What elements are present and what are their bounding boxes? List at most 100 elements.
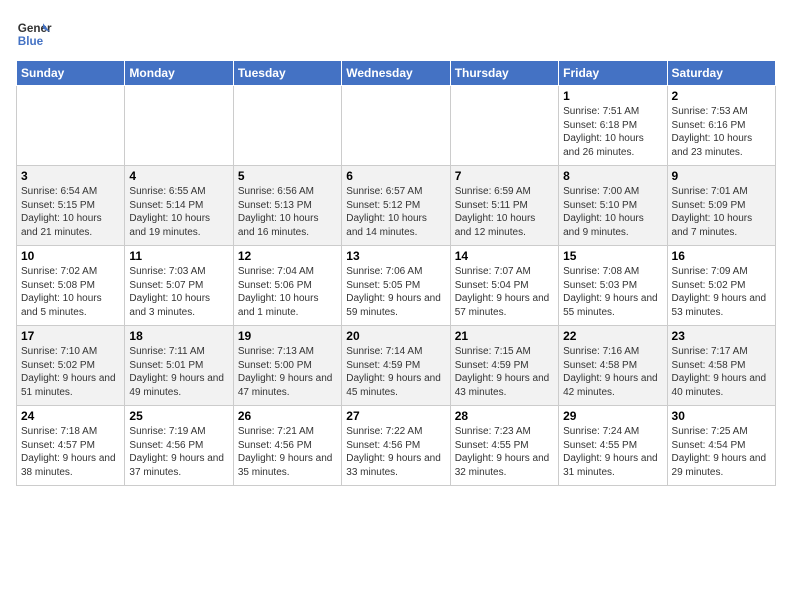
day-info: Sunrise: 6:55 AM Sunset: 5:14 PM Dayligh… — [129, 185, 228, 239]
day-number: 26 — [238, 409, 337, 423]
calendar-cell: 7 Sunrise: 6:59 AM Sunset: 5:11 PM Daylig… — [450, 166, 558, 246]
calendar-cell: 25 Sunrise: 7:19 AM Sunset: 4:56 PM Dayli… — [125, 406, 233, 486]
weekday-header: Tuesday — [233, 61, 341, 86]
day-info: Sunrise: 7:13 AM Sunset: 5:00 PM Dayligh… — [238, 345, 337, 399]
day-number: 10 — [21, 249, 120, 263]
calendar-cell: 22 Sunrise: 7:16 AM Sunset: 4:58 PM Dayli… — [559, 326, 667, 406]
calendar-cell: 9Sunrise: 7:01 AM Sunset: 5:09 PM Daylig… — [667, 166, 775, 246]
calendar-cell: 30 Sunrise: 7:25 AM Sunset: 4:54 PM Dayli… — [667, 406, 775, 486]
day-number: 17 — [21, 329, 120, 343]
calendar-cell: 8 Sunrise: 7:00 AM Sunset: 5:10 PM Daylig… — [559, 166, 667, 246]
day-info: Sunrise: 7:04 AM Sunset: 5:06 PM Dayligh… — [238, 265, 337, 319]
day-number: 18 — [129, 329, 228, 343]
day-info: Sunrise: 6:59 AM Sunset: 5:11 PM Dayligh… — [455, 185, 554, 239]
day-info: Sunrise: 6:57 AM Sunset: 5:12 PM Dayligh… — [346, 185, 445, 239]
weekday-header: Sunday — [17, 61, 125, 86]
calendar-cell: 17 Sunrise: 7:10 AM Sunset: 5:02 PM Dayli… — [17, 326, 125, 406]
day-number: 4 — [129, 169, 228, 183]
day-number: 25 — [129, 409, 228, 423]
calendar-cell: 3Sunrise: 6:54 AM Sunset: 5:15 PM Daylig… — [17, 166, 125, 246]
day-number: 5 — [238, 169, 337, 183]
day-number: 15 — [563, 249, 662, 263]
calendar-cell: 21 Sunrise: 7:15 AM Sunset: 4:59 PM Dayli… — [450, 326, 558, 406]
day-number: 16 — [672, 249, 771, 263]
weekday-header: Saturday — [667, 61, 775, 86]
calendar-week-row: 24 Sunrise: 7:18 AM Sunset: 4:57 PM Dayli… — [17, 406, 776, 486]
day-info: Sunrise: 7:17 AM Sunset: 4:58 PM Dayligh… — [672, 345, 771, 399]
day-number: 2 — [672, 89, 771, 103]
calendar-cell: 26 Sunrise: 7:21 AM Sunset: 4:56 PM Dayli… — [233, 406, 341, 486]
day-info: Sunrise: 6:56 AM Sunset: 5:13 PM Dayligh… — [238, 185, 337, 239]
weekday-header: Thursday — [450, 61, 558, 86]
weekday-header: Wednesday — [342, 61, 450, 86]
calendar-week-row: 10 Sunrise: 7:02 AM Sunset: 5:08 PM Dayli… — [17, 246, 776, 326]
day-number: 23 — [672, 329, 771, 343]
calendar-cell — [342, 86, 450, 166]
day-info: Sunrise: 7:08 AM Sunset: 5:03 PM Dayligh… — [563, 265, 662, 319]
day-info: Sunrise: 7:07 AM Sunset: 5:04 PM Dayligh… — [455, 265, 554, 319]
weekday-header-row: SundayMondayTuesdayWednesdayThursdayFrid… — [17, 61, 776, 86]
calendar-cell — [233, 86, 341, 166]
day-info: Sunrise: 7:16 AM Sunset: 4:58 PM Dayligh… — [563, 345, 662, 399]
day-info: Sunrise: 7:06 AM Sunset: 5:05 PM Dayligh… — [346, 265, 445, 319]
calendar-cell: 15 Sunrise: 7:08 AM Sunset: 5:03 PM Dayli… — [559, 246, 667, 326]
day-info: Sunrise: 7:25 AM Sunset: 4:54 PM Dayligh… — [672, 425, 771, 479]
page-header: General Blue — [16, 16, 776, 52]
day-info: Sunrise: 7:24 AM Sunset: 4:55 PM Dayligh… — [563, 425, 662, 479]
day-info: Sunrise: 7:51 AM Sunset: 6:18 PM Dayligh… — [563, 105, 662, 159]
calendar-cell: 11 Sunrise: 7:03 AM Sunset: 5:07 PM Dayli… — [125, 246, 233, 326]
day-number: 7 — [455, 169, 554, 183]
calendar-cell: 28 Sunrise: 7:23 AM Sunset: 4:55 PM Dayli… — [450, 406, 558, 486]
calendar-cell: 13 Sunrise: 7:06 AM Sunset: 5:05 PM Dayli… — [342, 246, 450, 326]
day-info: Sunrise: 7:22 AM Sunset: 4:56 PM Dayligh… — [346, 425, 445, 479]
calendar-cell: 6Sunrise: 6:57 AM Sunset: 5:12 PM Daylig… — [342, 166, 450, 246]
day-info: Sunrise: 7:10 AM Sunset: 5:02 PM Dayligh… — [21, 345, 120, 399]
calendar-cell: 4 Sunrise: 6:55 AM Sunset: 5:14 PM Daylig… — [125, 166, 233, 246]
day-info: Sunrise: 7:11 AM Sunset: 5:01 PM Dayligh… — [129, 345, 228, 399]
day-info: Sunrise: 7:03 AM Sunset: 5:07 PM Dayligh… — [129, 265, 228, 319]
day-info: Sunrise: 7:14 AM Sunset: 4:59 PM Dayligh… — [346, 345, 445, 399]
day-number: 29 — [563, 409, 662, 423]
calendar-week-row: 3Sunrise: 6:54 AM Sunset: 5:15 PM Daylig… — [17, 166, 776, 246]
day-number: 27 — [346, 409, 445, 423]
day-info: Sunrise: 7:15 AM Sunset: 4:59 PM Dayligh… — [455, 345, 554, 399]
day-info: Sunrise: 7:21 AM Sunset: 4:56 PM Dayligh… — [238, 425, 337, 479]
day-number: 24 — [21, 409, 120, 423]
day-number: 28 — [455, 409, 554, 423]
logo-icon: General Blue — [16, 16, 52, 52]
day-number: 30 — [672, 409, 771, 423]
weekday-header: Friday — [559, 61, 667, 86]
day-number: 22 — [563, 329, 662, 343]
day-number: 21 — [455, 329, 554, 343]
calendar-cell: 1 Sunrise: 7:51 AM Sunset: 6:18 PM Daylig… — [559, 86, 667, 166]
day-number: 3 — [21, 169, 120, 183]
day-number: 13 — [346, 249, 445, 263]
calendar-week-row: 17 Sunrise: 7:10 AM Sunset: 5:02 PM Dayli… — [17, 326, 776, 406]
day-number: 8 — [563, 169, 662, 183]
day-number: 19 — [238, 329, 337, 343]
calendar-table: SundayMondayTuesdayWednesdayThursdayFrid… — [16, 60, 776, 486]
calendar-cell: 20Sunrise: 7:14 AM Sunset: 4:59 PM Dayli… — [342, 326, 450, 406]
day-info: Sunrise: 7:18 AM Sunset: 4:57 PM Dayligh… — [21, 425, 120, 479]
calendar-week-row: 1 Sunrise: 7:51 AM Sunset: 6:18 PM Daylig… — [17, 86, 776, 166]
calendar-cell: 12 Sunrise: 7:04 AM Sunset: 5:06 PM Dayli… — [233, 246, 341, 326]
day-info: Sunrise: 7:01 AM Sunset: 5:09 PM Dayligh… — [672, 185, 771, 239]
svg-text:Blue: Blue — [18, 35, 44, 48]
day-info: Sunrise: 7:02 AM Sunset: 5:08 PM Dayligh… — [21, 265, 120, 319]
calendar-cell: 2Sunrise: 7:53 AM Sunset: 6:16 PM Daylig… — [667, 86, 775, 166]
calendar-cell: 18 Sunrise: 7:11 AM Sunset: 5:01 PM Dayli… — [125, 326, 233, 406]
day-info: Sunrise: 7:23 AM Sunset: 4:55 PM Dayligh… — [455, 425, 554, 479]
calendar-cell: 23 Sunrise: 7:17 AM Sunset: 4:58 PM Dayli… — [667, 326, 775, 406]
day-number: 12 — [238, 249, 337, 263]
day-info: Sunrise: 7:00 AM Sunset: 5:10 PM Dayligh… — [563, 185, 662, 239]
calendar-cell: 24 Sunrise: 7:18 AM Sunset: 4:57 PM Dayli… — [17, 406, 125, 486]
calendar-cell: 27 Sunrise: 7:22 AM Sunset: 4:56 PM Dayli… — [342, 406, 450, 486]
calendar-cell: 10 Sunrise: 7:02 AM Sunset: 5:08 PM Dayli… — [17, 246, 125, 326]
day-number: 11 — [129, 249, 228, 263]
day-info: Sunrise: 7:19 AM Sunset: 4:56 PM Dayligh… — [129, 425, 228, 479]
calendar-cell: 19 Sunrise: 7:13 AM Sunset: 5:00 PM Dayli… — [233, 326, 341, 406]
day-info: Sunrise: 7:09 AM Sunset: 5:02 PM Dayligh… — [672, 265, 771, 319]
calendar-cell — [125, 86, 233, 166]
day-number: 1 — [563, 89, 662, 103]
calendar-cell: 14Sunrise: 7:07 AM Sunset: 5:04 PM Dayli… — [450, 246, 558, 326]
